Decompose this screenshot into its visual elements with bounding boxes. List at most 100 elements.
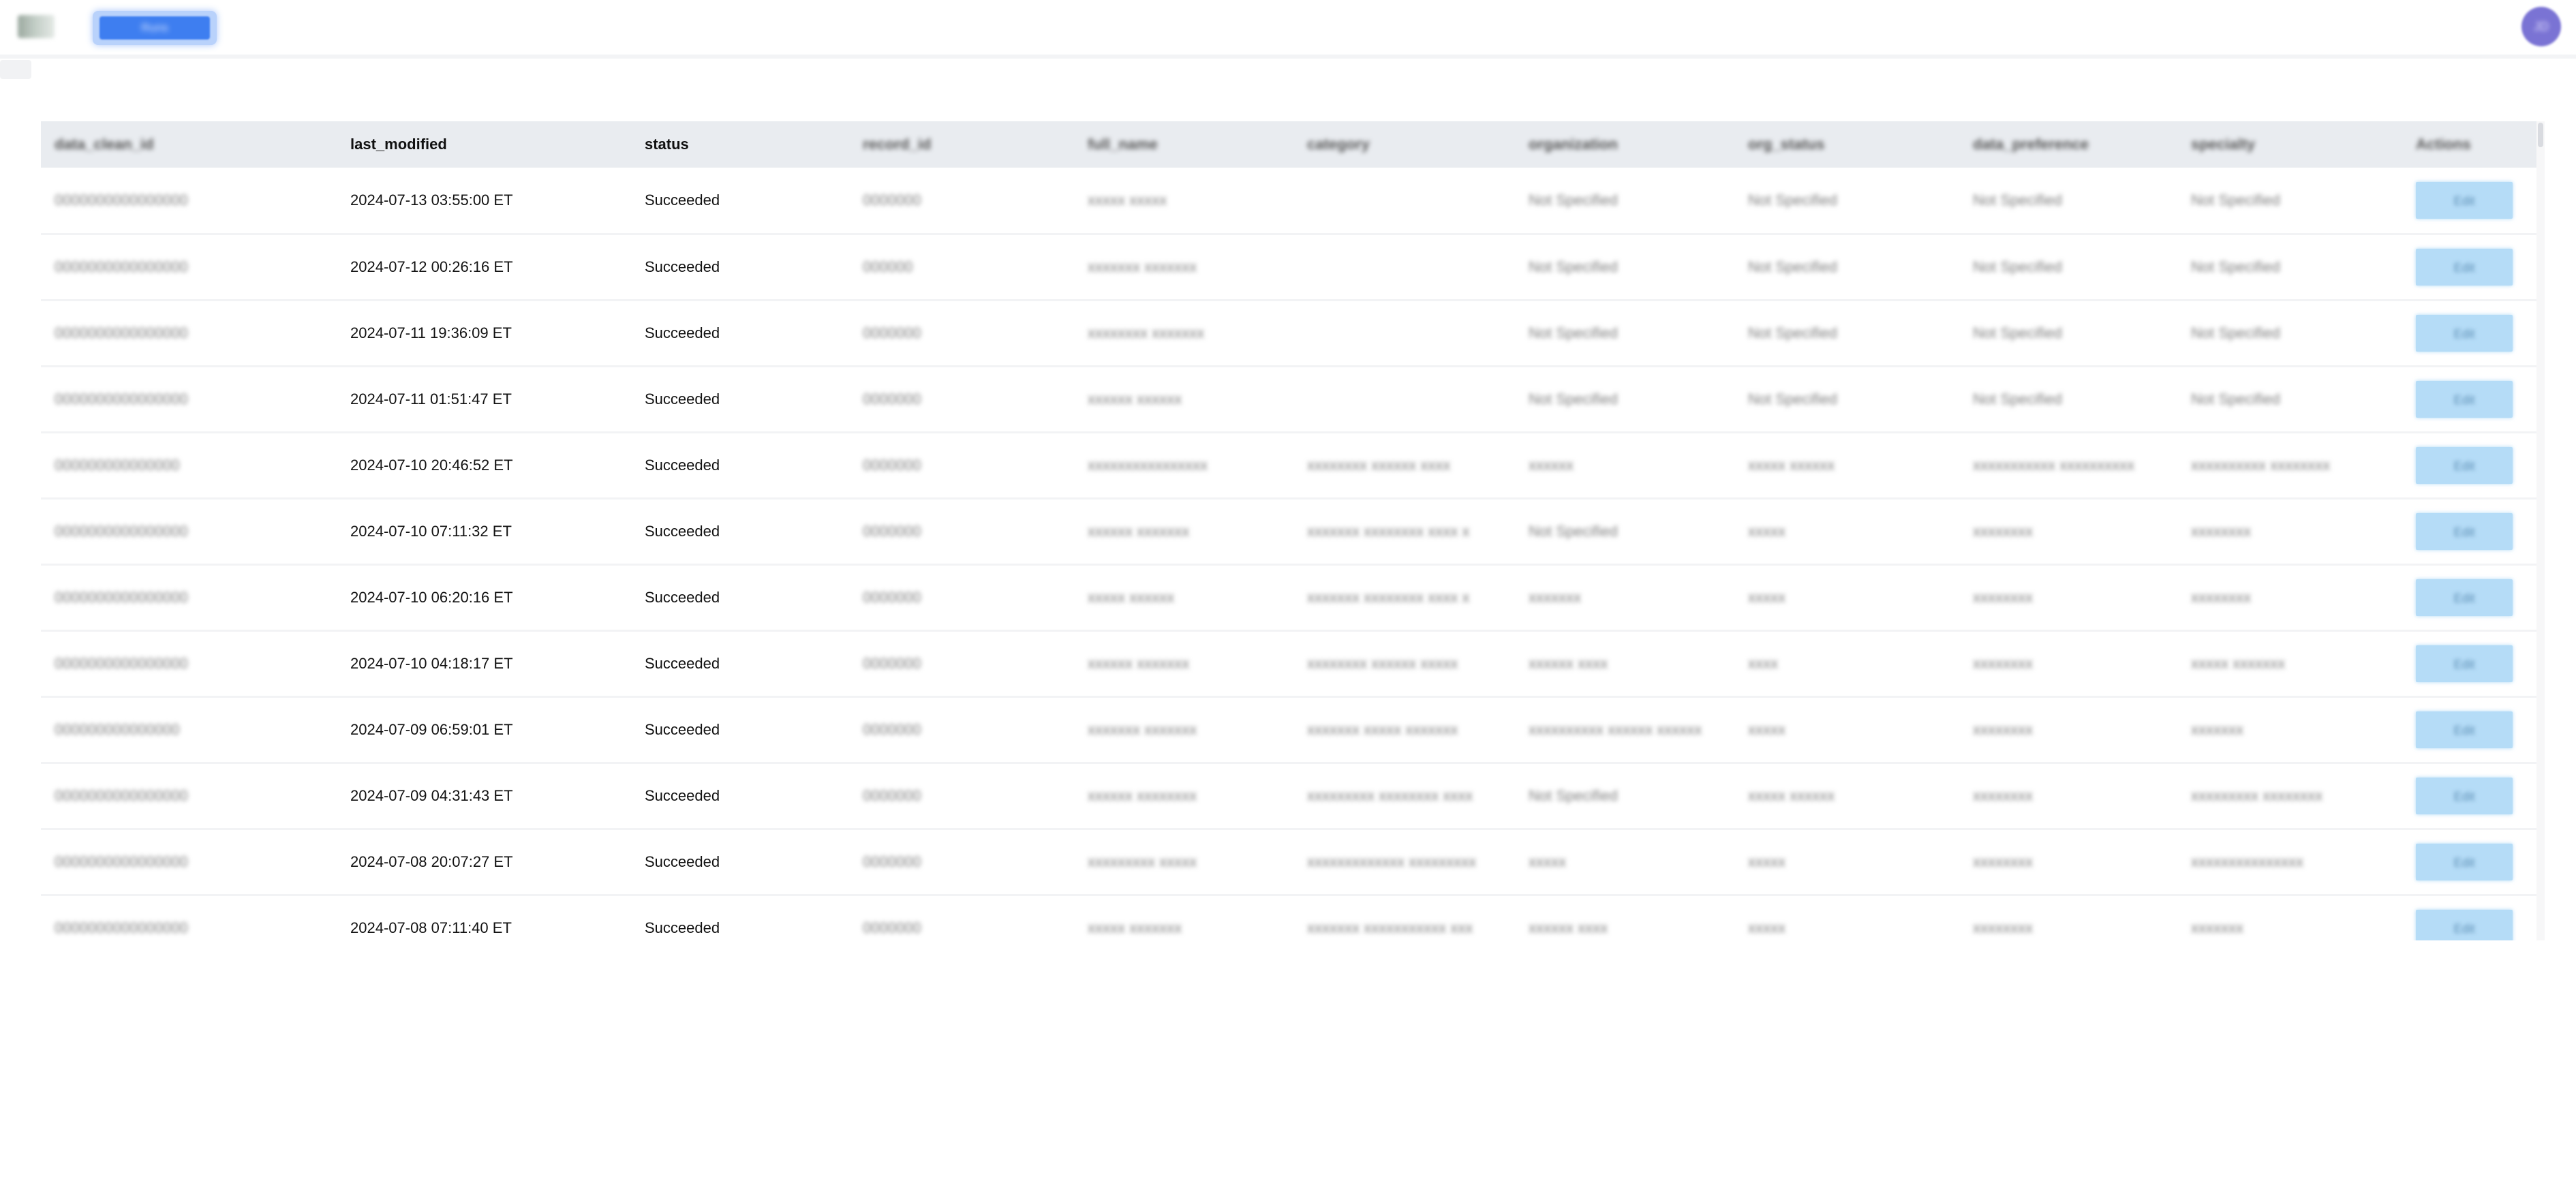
edit-button-label: Edit xyxy=(2453,326,2475,341)
edit-button[interactable]: Edit xyxy=(2416,579,2513,616)
column-header[interactable]: specialty xyxy=(2177,121,2402,168)
edit-button[interactable]: Edit xyxy=(2416,314,2513,352)
table-row[interactable]: 0000000000000000 2024-07-13 03:55:00 ET Su… xyxy=(41,168,2536,235)
column-header-status[interactable]: status xyxy=(631,121,849,168)
column-header[interactable]: organization xyxy=(1515,121,1734,168)
cell-status: Succeeded xyxy=(631,300,849,367)
cell-full-name: xxxxxxxx xxxxxxx xyxy=(1074,300,1293,367)
column-header[interactable]: full_name xyxy=(1074,121,1293,168)
column-header[interactable]: org_status xyxy=(1734,121,1959,168)
cell-clean-id: 0000000000000000 xyxy=(41,829,337,896)
cell-organization: xxxxxx xyxy=(1515,432,1734,500)
cell-org-status: xxxxx xyxy=(1734,829,1959,896)
edit-button[interactable]: Edit xyxy=(2416,512,2513,550)
cell-clean-id: 0000000000000000 xyxy=(41,234,337,301)
cell-actions: Edit xyxy=(2402,630,2536,698)
cell-record-id: 000000 xyxy=(849,234,1074,301)
cell-status: Succeeded xyxy=(631,630,849,698)
cell-status: Succeeded xyxy=(631,366,849,433)
edit-button[interactable]: Edit xyxy=(2416,909,2513,940)
cell-full-name: xxxxxx xxxxxx xyxy=(1074,366,1293,433)
cell-last-modified: 2024-07-10 06:20:16 ET xyxy=(337,564,631,632)
cell-full-name: xxxxxx xxxxxxxx xyxy=(1074,763,1293,830)
cell-category xyxy=(1293,168,1515,235)
edit-button-label: Edit xyxy=(2453,921,2475,936)
cell-organization: xxxxxx xxxx xyxy=(1515,895,1734,940)
cell-data-preference: xxxxxxxx xyxy=(1959,564,2177,632)
column-header[interactable]: category xyxy=(1293,121,1515,168)
edit-button[interactable]: Edit xyxy=(2416,645,2513,682)
column-header[interactable]: data_preference xyxy=(1959,121,2177,168)
records-table: data_clean_id last_modified status recor… xyxy=(41,121,2536,940)
cell-organization: xxxxxx xxxx xyxy=(1515,630,1734,698)
nav-active-tab-label: Runs xyxy=(141,21,168,34)
column-header[interactable]: data_clean_id xyxy=(41,121,337,168)
cell-last-modified: 2024-07-09 04:31:43 ET xyxy=(337,763,631,830)
cell-record-id: 0000000 xyxy=(849,630,1074,698)
cell-full-name: xxxxx xxxxxxx xyxy=(1074,895,1293,940)
cell-last-modified: 2024-07-13 03:55:00 ET xyxy=(337,168,631,235)
cell-category xyxy=(1293,366,1515,433)
cell-category: xxxxxxx xxxxxxxxxxx xxx xyxy=(1293,895,1515,940)
edit-button[interactable]: Edit xyxy=(2416,446,2513,484)
nav-active-tab-inner: Runs xyxy=(99,16,210,40)
edit-button-label: Edit xyxy=(2453,260,2475,275)
table-row[interactable]: 0000000000000000 2024-07-08 20:07:27 ET Su… xyxy=(41,829,2536,896)
cell-status: Succeeded xyxy=(631,564,849,632)
cell-specialty: xxxxx xxxxxxx xyxy=(2177,630,2402,698)
edit-button-label: Edit xyxy=(2453,525,2475,539)
cell-status: Succeeded xyxy=(631,432,849,500)
cell-record-id: 0000000 xyxy=(849,432,1074,500)
table-scrollbar[interactable] xyxy=(2536,121,2545,940)
cell-category xyxy=(1293,234,1515,301)
cell-clean-id: 0000000000000000 xyxy=(41,630,337,698)
user-avatar[interactable]: JD xyxy=(2521,7,2561,46)
toolbar-chip[interactable] xyxy=(0,60,31,79)
cell-specialty: Not Specified xyxy=(2177,168,2402,235)
table-row[interactable]: 0000000000000000 2024-07-11 01:51:47 ET Su… xyxy=(41,366,2536,433)
table-row[interactable]: 0000000000000000 2024-07-11 19:36:09 ET Su… xyxy=(41,300,2536,367)
cell-actions: Edit xyxy=(2402,763,2536,830)
top-bar: Runs JD xyxy=(0,0,2576,59)
cell-organization: Not Specified xyxy=(1515,763,1734,830)
cell-actions: Edit xyxy=(2402,168,2536,235)
table-row[interactable]: 000000000000000 2024-07-10 20:46:52 ET Suc… xyxy=(41,432,2536,500)
cell-category: xxxxxxx xxxxxxxx xxxx x xyxy=(1293,564,1515,632)
scrollbar-thumb[interactable] xyxy=(2538,123,2543,147)
edit-button-label: Edit xyxy=(2453,723,2475,737)
cell-org-status: Not Specified xyxy=(1734,168,1959,235)
cell-organization: xxxxxxx xyxy=(1515,564,1734,632)
table-row[interactable]: 0000000000000000 2024-07-09 04:31:43 ET Su… xyxy=(41,763,2536,830)
cell-clean-id: 0000000000000000 xyxy=(41,168,337,235)
table-row[interactable]: 0000000000000000 2024-07-10 07:11:32 ET Su… xyxy=(41,498,2536,566)
app-logo-icon[interactable] xyxy=(18,15,55,38)
cell-last-modified: 2024-07-10 04:18:17 ET xyxy=(337,630,631,698)
table-row[interactable]: 000000000000000 2024-07-09 06:59:01 ET Suc… xyxy=(41,696,2536,764)
cell-org-status: xxxxx xxxxxx xyxy=(1734,432,1959,500)
cell-clean-id: 0000000000000000 xyxy=(41,895,337,940)
cell-data-preference: Not Specified xyxy=(1959,366,2177,433)
edit-button[interactable]: Edit xyxy=(2416,711,2513,748)
edit-button[interactable]: Edit xyxy=(2416,181,2513,219)
table-row[interactable]: 0000000000000000 2024-07-10 04:18:17 ET Su… xyxy=(41,630,2536,698)
edit-button[interactable]: Edit xyxy=(2416,380,2513,418)
column-header-last-modified[interactable]: last_modified xyxy=(337,121,631,168)
nav-active-tab[interactable]: Runs xyxy=(93,11,217,45)
cell-record-id: 0000000 xyxy=(849,763,1074,830)
cell-specialty: Not Specified xyxy=(2177,234,2402,301)
edit-button[interactable]: Edit xyxy=(2416,248,2513,286)
cell-clean-id: 0000000000000000 xyxy=(41,763,337,830)
table-row[interactable]: 0000000000000000 2024-07-12 00:26:16 ET Su… xyxy=(41,234,2536,301)
cell-last-modified: 2024-07-10 20:46:52 ET xyxy=(337,432,631,500)
cell-category: xxxxxxxxxxxxx xxxxxxxxx xyxy=(1293,829,1515,896)
edit-button[interactable]: Edit xyxy=(2416,843,2513,880)
cell-actions: Edit xyxy=(2402,300,2536,367)
table-row[interactable]: 0000000000000000 2024-07-10 06:20:16 ET Su… xyxy=(41,564,2536,632)
cell-org-status: xxxxx xyxy=(1734,895,1959,940)
cell-full-name: xxxxxxx xxxxxxx xyxy=(1074,234,1293,301)
column-header[interactable]: record_id xyxy=(849,121,1074,168)
cell-specialty: xxxxxxxx xyxy=(2177,498,2402,566)
avatar-initials: JD xyxy=(2534,20,2549,33)
edit-button[interactable]: Edit xyxy=(2416,777,2513,814)
table-row[interactable]: 0000000000000000 2024-07-08 07:11:40 ET Su… xyxy=(41,895,2536,940)
